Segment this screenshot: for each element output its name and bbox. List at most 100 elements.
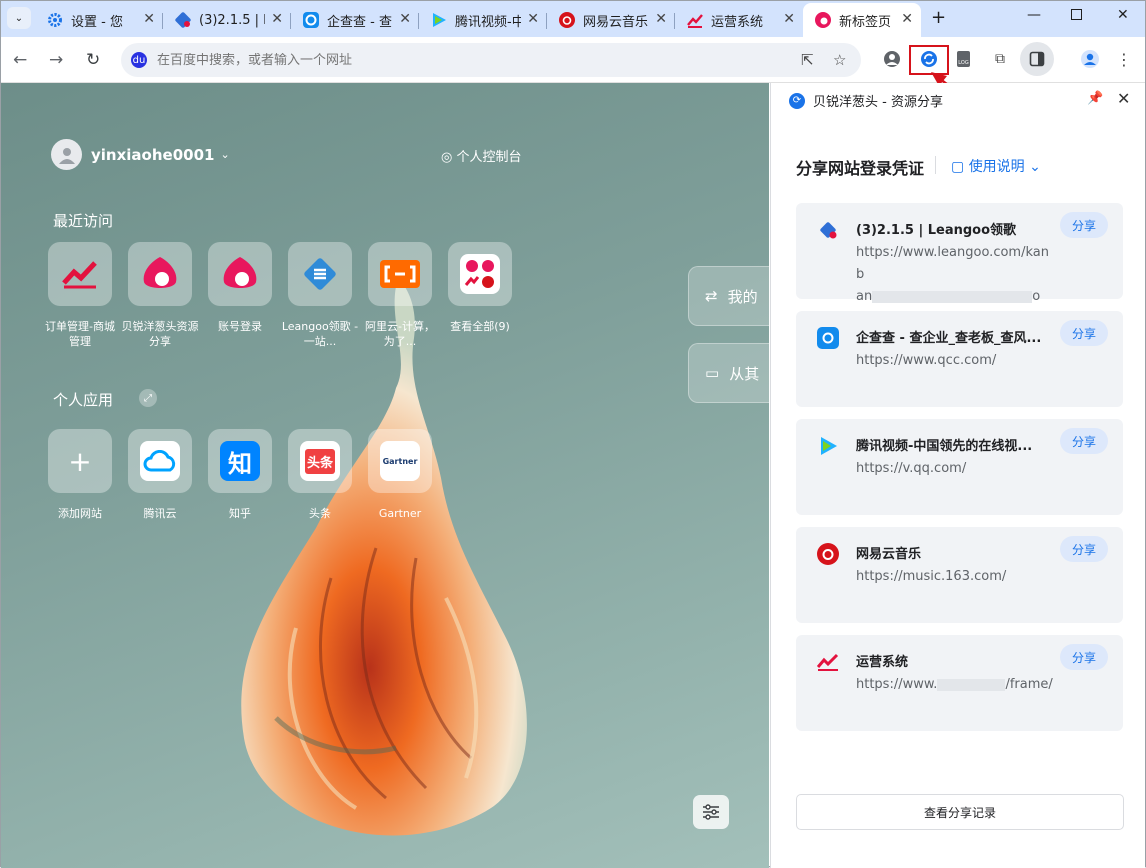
close-icon[interactable]: ✕: [143, 11, 155, 27]
baidu-icon: du: [131, 52, 147, 68]
account-avatar-icon[interactable]: [1079, 48, 1101, 70]
new-tab-button[interactable]: +: [931, 7, 946, 28]
star-icon[interactable]: ☆: [833, 51, 846, 69]
sync-icon: ⇄: [705, 287, 718, 305]
close-icon[interactable]: ✕: [527, 11, 539, 27]
app-label: 腾讯云: [143, 507, 177, 520]
card-url: https://www.qcc.com/: [856, 353, 997, 368]
pin-icon[interactable]: 📌: [1087, 91, 1103, 106]
recent-label: 账号登录: [218, 320, 262, 333]
close-icon[interactable]: ✕: [1117, 89, 1130, 108]
avatar: [51, 139, 82, 170]
aliyun-icon: [380, 254, 420, 294]
tencent-cloud-icon: [140, 441, 180, 481]
close-icon[interactable]: ✕: [271, 11, 283, 27]
share-button[interactable]: 分享: [1060, 428, 1108, 454]
card-title: (3)2.1.5 | Leangoo领歌: [856, 223, 1017, 238]
divider: [935, 156, 936, 174]
close-icon[interactable]: ✕: [399, 11, 411, 27]
card-title: 企查查 - 查企业_查老板_查风...: [856, 331, 1042, 346]
app-tile-zhihu[interactable]: 知: [208, 429, 272, 493]
close-icon[interactable]: ✕: [901, 11, 913, 27]
share-icon[interactable]: ⇱: [801, 51, 814, 69]
monitor-icon: ▭: [705, 364, 720, 382]
qcc-icon: [817, 327, 839, 349]
tab-qcc[interactable]: 企查查 - 查 ✕: [291, 3, 419, 37]
forward-button[interactable]: →: [49, 50, 63, 70]
recent-tile-leangoo[interactable]: [288, 242, 352, 306]
share-button[interactable]: 分享: [1060, 212, 1108, 238]
onion-artwork: [241, 278, 527, 836]
user-menu[interactable]: yinxiaohe0001 ⌄: [51, 139, 230, 170]
panel-header-title: 贝锐洋葱头 - 资源分享: [813, 95, 943, 110]
chart-icon: [817, 651, 839, 673]
grid-icon: [460, 254, 500, 294]
new-tab-page: yinxiaohe0001 ⌄ ◎ 个人控制台 最近访问 订单管理-商城管理 贝…: [1, 83, 769, 868]
address-bar[interactable]: du ⇱ ☆: [121, 43, 861, 77]
console-link[interactable]: ◎ 个人控制台: [441, 146, 522, 165]
recent-tile-view-all[interactable]: [448, 242, 512, 306]
close-icon[interactable]: ✕: [783, 11, 795, 27]
back-button[interactable]: ←: [13, 50, 27, 70]
tab-title: 网易云音乐: [583, 14, 649, 30]
tencent-video-icon: [433, 13, 446, 27]
maximize-button[interactable]: [1071, 8, 1082, 24]
more-menu-icon[interactable]: ⋮: [1113, 48, 1135, 70]
recent-label: Leangoo领歌 - 一站...: [281, 320, 359, 348]
onion-icon: [140, 254, 180, 294]
card-url: https://v.qq.com/: [856, 461, 967, 476]
tab-settings[interactable]: 设置 - 您 ✕: [35, 3, 163, 37]
from-other-card[interactable]: ▭ 从其: [688, 343, 769, 403]
card-title: 网易云音乐: [856, 547, 922, 562]
app-tile-tencent-cloud[interactable]: [128, 429, 192, 493]
username: yinxiaohe0001: [91, 145, 215, 164]
redacted-block: [872, 290, 1033, 303]
app-tile-gartner[interactable]: Gartner: [368, 429, 432, 493]
leangoo-icon: [175, 12, 191, 28]
address-input[interactable]: [157, 52, 777, 68]
view-share-records-button[interactable]: 查看分享记录: [796, 794, 1124, 830]
close-window-button[interactable]: ✕: [1117, 7, 1129, 23]
chevron-down-icon: ⌄: [14, 12, 24, 24]
minimize-button[interactable]: —: [1027, 7, 1041, 23]
tab-title: 新标签页: [839, 14, 892, 30]
tencent-video-icon: [817, 435, 839, 457]
new-tab-icon: [815, 12, 831, 28]
my-card[interactable]: ⇄ 我的: [688, 266, 769, 326]
tab-leangoo[interactable]: (3)2.1.5 | L ✕: [163, 3, 291, 37]
recent-tile-login[interactable]: [208, 242, 272, 306]
chart-icon: [687, 14, 703, 28]
share-button[interactable]: 分享: [1060, 320, 1108, 346]
reload-button[interactable]: ↻: [86, 50, 100, 70]
share-button[interactable]: 分享: [1060, 644, 1108, 670]
share-button[interactable]: 分享: [1060, 536, 1108, 562]
recent-label: 阿里云-计算，为了...: [365, 320, 435, 348]
tab-ops-system[interactable]: 运营系统 ✕: [675, 3, 803, 37]
tab-search-button[interactable]: ⌄: [7, 7, 31, 29]
profile-ext-icon[interactable]: [881, 48, 903, 70]
tab-netease[interactable]: 网易云音乐 ✕: [547, 3, 675, 37]
app-tile-toutiao[interactable]: 头条: [288, 429, 352, 493]
recent-tile-onion-share[interactable]: [128, 242, 192, 306]
leangoo-icon: [300, 254, 340, 294]
book-icon: ▢: [951, 159, 969, 175]
side-panel: ⟳ 贝锐洋葱头 - 资源分享 📌 ✕ 分享网站登录凭证 ▢ 使用说明 ⌄ (3)2…: [770, 83, 1145, 868]
tab-tencent-video[interactable]: 腾讯视频-中 ✕: [419, 3, 547, 37]
expand-icon[interactable]: ⤢: [139, 389, 157, 407]
usage-guide-link[interactable]: ▢ 使用说明 ⌄: [951, 156, 1041, 176]
app-label: 头条: [309, 507, 331, 520]
app-tile-add-site[interactable]: +: [48, 429, 112, 493]
tab-strip: ⌄ 设置 - 您 ✕ (3)2.1.5 | L ✕ 企查查 - 查 ✕ 腾讯视频-中 ✕…: [1, 1, 1145, 37]
close-icon[interactable]: ✕: [655, 11, 667, 27]
recent-tile-orders[interactable]: [48, 242, 112, 306]
chevron-down-icon: ⌄: [1024, 159, 1041, 175]
app-label: Gartner: [378, 507, 422, 520]
share-card-leangoo: (3)2.1.5 | Leangoo领歌 https://www.leangoo…: [796, 203, 1123, 326]
netease-music-icon: [817, 543, 839, 565]
recent-tile-aliyun[interactable]: [368, 242, 432, 306]
qcc-icon: [303, 12, 319, 28]
side-panel-toggle-icon[interactable]: [1020, 42, 1054, 76]
customize-button[interactable]: [693, 795, 729, 829]
share-card-qcc: 企查查 - 查企业_查老板_查风... https://www.qcc.com/…: [796, 311, 1123, 407]
tab-new-tab[interactable]: 新标签页 ✕: [803, 3, 921, 37]
